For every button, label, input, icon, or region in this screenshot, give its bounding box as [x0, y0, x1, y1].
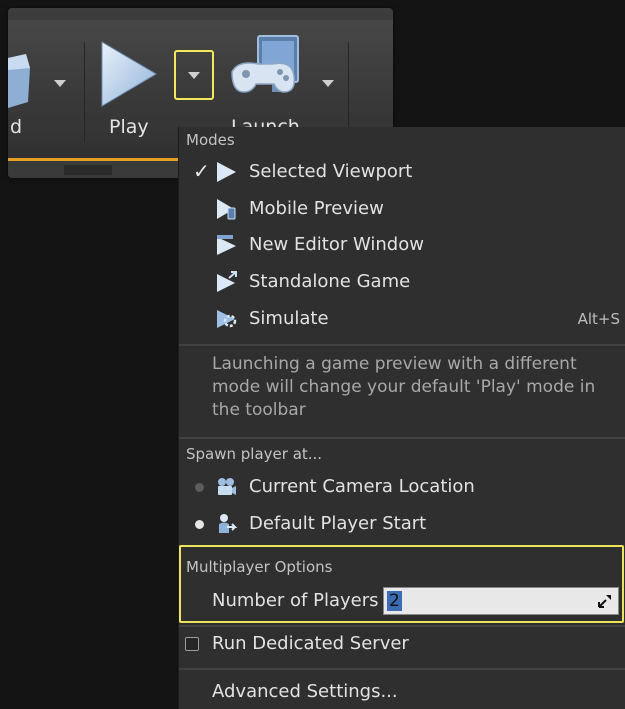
simulate-icon: [217, 310, 237, 328]
partial-tool-label: d: [10, 116, 23, 138]
camera-icon: [218, 478, 236, 495]
mode-mobile-preview[interactable]: Mobile Preview: [179, 192, 625, 226]
toolbar-panel: d Play Launch: [8, 20, 393, 144]
number-of-players-value[interactable]: 2: [387, 591, 402, 611]
mode-label: New Editor Window: [249, 234, 424, 255]
standalone-game-icon: [217, 271, 237, 292]
spawn-current-camera[interactable]: Current Camera Location: [179, 470, 625, 504]
advanced-settings-item[interactable]: Advanced Settings...: [179, 675, 625, 709]
menu-divider: [179, 668, 625, 670]
mode-new-editor-window[interactable]: New Editor Window: [179, 228, 625, 262]
spawn-default-player-start[interactable]: Default Player Start: [179, 507, 625, 541]
launch-icon[interactable]: [228, 34, 304, 108]
run-dedicated-server-option[interactable]: Run Dedicated Server: [179, 627, 625, 661]
number-of-players-input[interactable]: 2: [383, 587, 619, 615]
player-start-icon: [219, 514, 237, 533]
mode-label: Standalone Game: [249, 271, 411, 292]
mobile-preview-icon: [217, 199, 236, 220]
dedicated-server-label: Run Dedicated Server: [212, 633, 409, 654]
radio-selected: [195, 520, 204, 529]
dedicated-server-checkbox[interactable]: [185, 637, 199, 651]
mode-label: Simulate: [249, 308, 329, 329]
advanced-settings-label: Advanced Settings...: [212, 681, 398, 702]
mode-label: Mobile Preview: [249, 198, 384, 219]
mode-simulate[interactable]: Simulate Alt+S: [179, 302, 625, 336]
spawn-label: Default Player Start: [249, 513, 427, 534]
new-window-icon: [217, 235, 236, 255]
radio-unselected: [195, 483, 204, 492]
play-icon[interactable]: [98, 40, 158, 108]
simulate-shortcut: Alt+S: [577, 310, 620, 328]
launch-dropdown-arrow[interactable]: [322, 80, 334, 87]
chevron-down-icon: [188, 72, 200, 79]
modes-header: Modes: [186, 131, 235, 149]
mode-standalone-game[interactable]: Standalone Game: [179, 265, 625, 299]
mode-change-note: Launching a game preview with a differen…: [212, 354, 596, 420]
mode-label: Selected Viewport: [249, 161, 413, 182]
play-viewport-icon: [217, 162, 236, 182]
spin-resize-icon[interactable]: [598, 594, 612, 608]
partial-tool-icon[interactable]: [8, 50, 34, 110]
menu-divider: [179, 344, 625, 346]
checkmark-icon: ✓: [193, 159, 210, 183]
mode-selected-viewport[interactable]: ✓ Selected Viewport: [179, 155, 625, 189]
play-button-label[interactable]: Play: [109, 116, 149, 138]
partial-tool-dropdown-arrow[interactable]: [54, 80, 66, 87]
players-label: Number of Players: [212, 590, 379, 611]
menu-divider: [179, 437, 625, 439]
multiplayer-header: Multiplayer Options: [186, 558, 333, 576]
play-options-dropdown[interactable]: [174, 50, 214, 100]
spawn-header: Spawn player at...: [186, 445, 323, 463]
spawn-label: Current Camera Location: [249, 476, 475, 497]
toolbar-separator: [84, 42, 85, 142]
toolbar-bottom-segment: [64, 165, 112, 175]
play-options-menu: Modes ✓ Selected Viewport Mobile Preview…: [178, 127, 625, 709]
